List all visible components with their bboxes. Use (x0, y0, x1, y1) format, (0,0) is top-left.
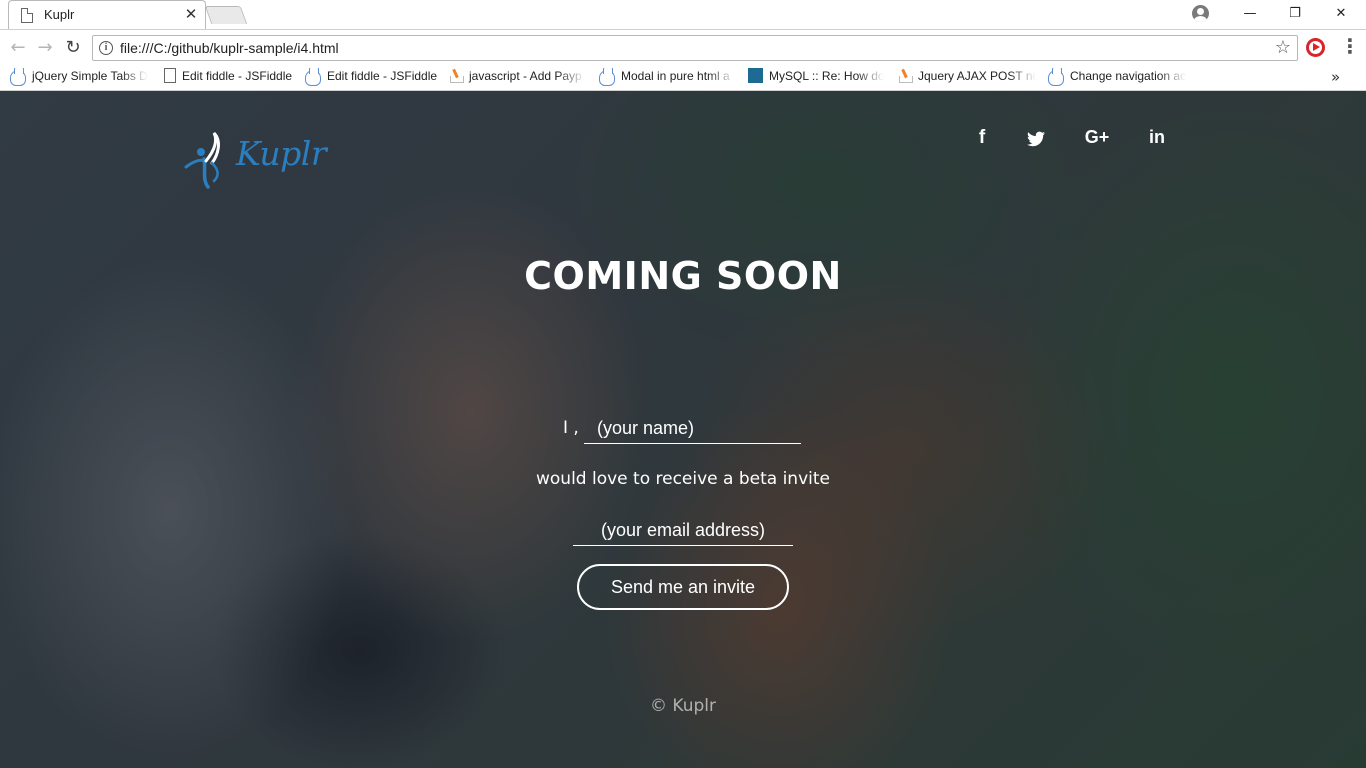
more-bookmarks-chevron-icon[interactable]: » (1331, 68, 1340, 86)
send-invite-button[interactable]: Send me an invite (577, 564, 789, 610)
linkedin-icon[interactable]: in (1143, 127, 1171, 151)
reload-icon[interactable]: ↻ (61, 36, 85, 60)
jsfiddle-cloud-icon (305, 68, 321, 86)
footer-copyright: © Kuplr (650, 696, 716, 716)
forward-arrow-icon[interactable]: → (33, 36, 57, 60)
tab-close-icon[interactable]: ✕ (183, 5, 199, 23)
twitter-icon[interactable] (1022, 127, 1050, 151)
i-label: I , (563, 418, 579, 438)
profile-icon[interactable] (1192, 5, 1209, 22)
bookmark-item[interactable]: Edit fiddle - JSFiddle (162, 68, 296, 88)
jsfiddle-cloud-icon (1048, 68, 1064, 86)
jsfiddle-cloud-icon (599, 68, 615, 86)
name-input[interactable] (584, 414, 801, 444)
restore-button[interactable]: ❐ (1272, 0, 1318, 29)
address-bar[interactable]: i file:///C:/github/kuplr-sample/i4.html… (92, 35, 1298, 61)
logo-figure-icon (184, 131, 220, 189)
google-plus-icon[interactable]: G+ (1082, 127, 1112, 151)
browser-menu-icon[interactable]: ⋮ (1340, 35, 1360, 59)
browser-tab[interactable]: Kuplr ✕ (8, 0, 206, 29)
logo-wordmark: Kuplr (236, 134, 327, 173)
extension-play-icon[interactable] (1306, 38, 1325, 57)
email-input[interactable] (573, 516, 793, 546)
back-arrow-icon[interactable]: ← (6, 36, 30, 60)
info-icon[interactable]: i (99, 41, 113, 55)
close-window-button[interactable]: ✕ (1318, 0, 1364, 29)
new-tab-button[interactable] (204, 6, 248, 24)
browser-tab-bar: Kuplr ✕ — ❐ ✕ (0, 0, 1366, 29)
bookmark-item[interactable]: javascript - Add Payp (449, 68, 585, 88)
bookmark-item[interactable]: Edit fiddle - JSFiddle (305, 68, 440, 88)
bookmark-item[interactable]: Change navigation ac (1048, 68, 1186, 88)
beta-invite-text: would love to receive a beta invite (535, 469, 830, 489)
tab-title: Kuplr (44, 7, 75, 22)
browser-toolbar: ← → ↻ i file:///C:/github/kuplr-sample/i… (0, 29, 1366, 64)
bookmarks-bar: jQuery Simple Tabs D Edit fiddle - JSFid… (0, 64, 1366, 91)
bookmark-item[interactable]: Modal in pure html a (599, 68, 735, 88)
page-title: COMING SOON (524, 254, 842, 298)
page-viewport: Kuplr f G+ in COMING SOON I , would love… (0, 91, 1366, 768)
bookmark-star-icon[interactable]: ☆ (1275, 37, 1291, 58)
url-text[interactable]: file:///C:/github/kuplr-sample/i4.html (120, 40, 339, 56)
minimize-button[interactable]: — (1227, 0, 1273, 29)
bookmark-item[interactable]: MySQL :: Re: How do (748, 68, 884, 88)
jsfiddle-cloud-icon (10, 68, 26, 86)
facebook-icon[interactable]: f (968, 127, 996, 151)
page-icon (164, 68, 176, 84)
kuplr-logo[interactable]: Kuplr (184, 131, 327, 191)
stackoverflow-icon (898, 68, 913, 84)
stackoverflow-icon (449, 68, 464, 84)
page-icon (21, 8, 33, 23)
bookmark-item[interactable]: jQuery Simple Tabs D (10, 68, 148, 88)
bookmark-item[interactable]: Jquery AJAX POST nc (898, 68, 1036, 88)
mysql-icon (748, 68, 763, 84)
